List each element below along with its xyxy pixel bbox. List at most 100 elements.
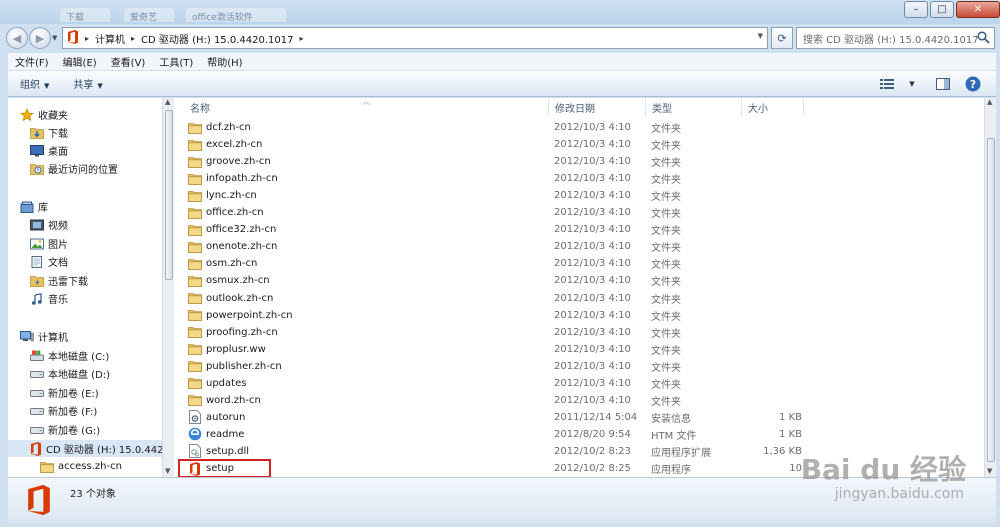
file-name[interactable]: autorun (188, 409, 245, 426)
refresh-button[interactable]: ⟳ (771, 27, 793, 49)
menu-file[interactable]: 文件(F) (8, 54, 56, 69)
preview-pane-icon[interactable] (934, 75, 952, 93)
nav-item[interactable]: access.zh-cn (8, 458, 162, 475)
file-name[interactable]: onenote.zh-cn (188, 238, 277, 255)
file-name[interactable]: office32.zh-cn (188, 221, 276, 238)
address-bar[interactable]: ▸ 计算机 ▸ CD 驱动器 (H:) 15.0.4420.1017 ▸ ▼ (62, 27, 768, 49)
nav-item[interactable]: 本地磁盘 (D:) (8, 365, 162, 382)
nav-item[interactable]: 下载 (8, 124, 162, 141)
nav-item[interactable]: 迅雷下载 (8, 272, 162, 289)
nav-item[interactable]: 新加卷 (F:) (8, 402, 162, 419)
close-button[interactable]: ✕ (956, 1, 1000, 18)
file-row[interactable]: updates 2012/10/3 4:10 文件夹 (184, 375, 974, 392)
menu-view[interactable]: 查看(V) (104, 54, 153, 69)
help-icon[interactable]: ? (964, 75, 982, 93)
file-row[interactable]: proofing.zh-cn 2012/10/3 4:10 文件夹 (184, 324, 974, 341)
file-row[interactable]: proplusr.ww 2012/10/3 4:10 文件夹 (184, 341, 974, 358)
address-dropdown-icon[interactable]: ▼ (758, 32, 763, 40)
forward-button[interactable]: ▶ (29, 27, 51, 49)
file-row[interactable]: office32.zh-cn 2012/10/3 4:10 文件夹 (184, 221, 974, 238)
file-name[interactable]: word.zh-cn (188, 392, 261, 409)
view-dropdown-icon[interactable]: ▼ (903, 75, 921, 93)
file-date: 2012/10/3 4:10 (554, 292, 631, 304)
file-name[interactable]: dcf.zh-cn (188, 119, 251, 136)
file-name[interactable]: powerpoint.zh-cn (188, 307, 293, 324)
menu-bar: 文件(F) 编辑(E) 查看(V) 工具(T) 帮助(H) (8, 53, 996, 71)
nav-item[interactable]: 新加卷 (G:) (8, 421, 162, 438)
file-row[interactable]: osmux.zh-cn 2012/10/3 4:10 文件夹 (184, 272, 974, 289)
breadcrumb-separator[interactable]: ▸ (85, 34, 89, 43)
scroll-down-icon[interactable]: ▼ (987, 467, 992, 475)
file-row[interactable]: publisher.zh-cn 2012/10/3 4:10 文件夹 (184, 358, 974, 375)
organize-button[interactable]: 组织 ▼ (8, 76, 61, 91)
file-date: 2012/10/3 4:10 (554, 139, 631, 151)
scroll-up-icon[interactable]: ▲ (987, 98, 992, 106)
file-name[interactable]: publisher.zh-cn (188, 358, 282, 375)
file-list-scrollbar[interactable]: ▲ ▼ (984, 98, 996, 477)
nav-item[interactable]: 音乐 (8, 290, 162, 307)
file-row[interactable]: excel.zh-cn 2012/10/3 4:10 文件夹 (184, 136, 974, 153)
file-row[interactable]: groove.zh-cn 2012/10/3 4:10 文件夹 (184, 153, 974, 170)
file-row[interactable]: powerpoint.zh-cn 2012/10/3 4:10 文件夹 (184, 307, 974, 324)
file-row[interactable]: outlook.zh-cn 2012/10/3 4:10 文件夹 (184, 290, 974, 307)
file-row[interactable]: infopath.zh-cn 2012/10/3 4:10 文件夹 (184, 170, 974, 187)
recent-pages-dropdown[interactable]: ▼ (52, 34, 57, 42)
back-button[interactable]: ◀ (6, 27, 28, 49)
file-row[interactable]: osm.zh-cn 2012/10/3 4:10 文件夹 (184, 255, 974, 272)
breadcrumb-computer[interactable]: 计算机 (95, 31, 125, 46)
file-name[interactable]: osm.zh-cn (188, 255, 257, 272)
file-name[interactable]: proplusr.ww (188, 341, 266, 358)
file-name[interactable]: proofing.zh-cn (188, 324, 278, 341)
file-name[interactable]: office.zh-cn (188, 204, 264, 221)
file-row[interactable]: autorun 2011/12/14 5:04 安装信息 1 KB (184, 409, 974, 426)
nav-item[interactable]: 新加卷 (E:) (8, 384, 162, 401)
nav-item[interactable]: 计算机 (8, 328, 162, 345)
share-button[interactable]: 共享 ▼ (61, 76, 114, 91)
scroll-thumb[interactable] (987, 138, 995, 462)
file-name[interactable]: outlook.zh-cn (188, 290, 273, 307)
column-header-size[interactable]: 大小 (742, 98, 804, 116)
search-input[interactable]: 搜索 CD 驱动器 (H:) 15.0.4420.1017 (796, 27, 995, 49)
menu-help[interactable]: 帮助(H) (200, 54, 249, 69)
nav-item[interactable]: 桌面 (8, 142, 162, 159)
breadcrumb-separator[interactable]: ▸ (299, 34, 303, 43)
file-name[interactable]: updates (188, 375, 246, 392)
nav-item[interactable]: 收藏夹 (8, 106, 162, 123)
library-icon (20, 200, 34, 214)
navigation-scrollbar[interactable]: ▲ ▼ (162, 98, 174, 477)
scroll-up-icon[interactable]: ▲ (165, 98, 170, 106)
nav-item[interactable]: 视频 (8, 216, 162, 233)
view-options-icon[interactable] (878, 75, 896, 93)
search-icon[interactable] (977, 31, 990, 47)
menu-edit[interactable]: 编辑(E) (56, 54, 104, 69)
file-name[interactable]: excel.zh-cn (188, 136, 262, 153)
nav-item[interactable]: 本地磁盘 (C:) (8, 347, 162, 364)
file-row[interactable]: lync.zh-cn 2012/10/3 4:10 文件夹 (184, 187, 974, 204)
file-name[interactable]: setup.dll (188, 443, 249, 460)
file-row[interactable]: office.zh-cn 2012/10/3 4:10 文件夹 (184, 204, 974, 221)
nav-item[interactable]: 图片 (8, 235, 162, 252)
file-name[interactable]: readme (188, 426, 244, 443)
column-header-date[interactable]: 修改日期 (549, 98, 646, 116)
maximize-button[interactable]: □ (930, 1, 954, 18)
file-name[interactable]: lync.zh-cn (188, 187, 257, 204)
minimize-button[interactable]: – (904, 1, 928, 18)
scroll-thumb[interactable] (165, 110, 173, 280)
nav-item[interactable]: 文档 (8, 253, 162, 270)
scroll-down-icon[interactable]: ▼ (165, 467, 170, 475)
breadcrumb-cd-drive[interactable]: CD 驱动器 (H:) 15.0.4420.1017 (141, 31, 293, 46)
file-row[interactable]: dcf.zh-cn 2012/10/3 4:10 文件夹 (184, 119, 974, 136)
nav-item[interactable]: CD 驱动器 (H:) 15.0.4420 (8, 440, 162, 457)
breadcrumb-separator[interactable]: ▸ (131, 34, 135, 43)
nav-item[interactable]: 库 (8, 198, 162, 215)
column-header-name[interactable]: 名称 (184, 98, 549, 116)
column-header-type[interactable]: 类型 (646, 98, 742, 116)
menu-tools[interactable]: 工具(T) (152, 54, 200, 69)
file-row[interactable]: onenote.zh-cn 2012/10/3 4:10 文件夹 (184, 238, 974, 255)
file-name[interactable]: osmux.zh-cn (188, 272, 270, 289)
file-name[interactable]: infopath.zh-cn (188, 170, 278, 187)
file-row[interactable]: readme 2012/8/20 9:54 HTM 文件 1 KB (184, 426, 974, 443)
file-row[interactable]: word.zh-cn 2012/10/3 4:10 文件夹 (184, 392, 974, 409)
file-name[interactable]: groove.zh-cn (188, 153, 271, 170)
nav-item[interactable]: 最近访问的位置 (8, 160, 162, 177)
